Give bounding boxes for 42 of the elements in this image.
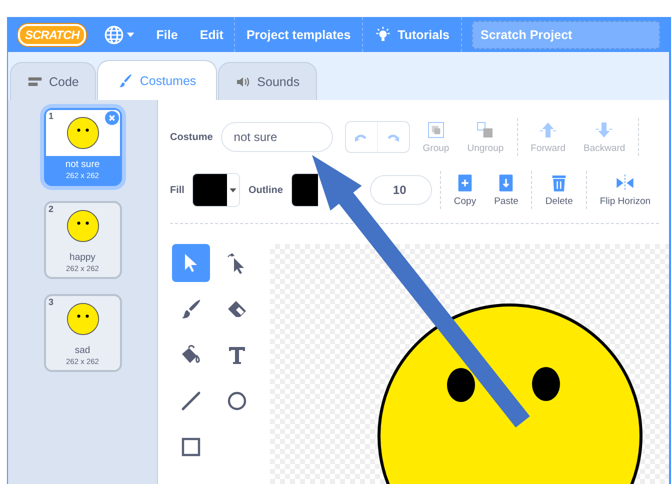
costume-number: 1 — [48, 111, 54, 121]
fill-label: Fill — [170, 184, 184, 196]
tab[interactable]: Code — [10, 62, 96, 100]
caret-icon — [229, 186, 238, 194]
tab[interactable]: Costumes — [96, 60, 218, 100]
costume-number: 2 — [48, 204, 54, 214]
outline-width-field[interactable]: 10 — [370, 175, 432, 205]
costume-name-field[interactable]: not sure — [220, 122, 333, 152]
ungroup-icon — [475, 120, 496, 140]
costume-name: happy — [70, 252, 96, 263]
tab[interactable]: Sounds — [218, 62, 317, 100]
tool-button[interactable] — [172, 244, 210, 282]
smiley-face-icon — [66, 302, 100, 336]
costumes-icon — [118, 72, 134, 88]
canvas[interactable] — [270, 244, 669, 484]
costume-label: Costume — [170, 132, 213, 142]
toolbar-button[interactable]: Delete — [540, 173, 578, 207]
close-icon — [104, 111, 118, 125]
backward-icon — [594, 120, 614, 140]
toolbar-button[interactable]: Paste — [489, 173, 524, 207]
outline-color-picker[interactable] — [290, 173, 318, 207]
caret-icon — [126, 30, 136, 39]
circle-tool-icon — [225, 389, 249, 413]
menu-item[interactable]: File — [145, 28, 189, 42]
menu-item[interactable]: Tutorials — [362, 26, 461, 44]
menu-item[interactable]: Edit — [188, 28, 234, 42]
lightbulb-icon — [374, 26, 392, 44]
smiley-face-icon — [66, 116, 100, 150]
outline-label: Outline — [248, 184, 283, 196]
forward-icon — [538, 120, 558, 140]
rect-tool-icon — [179, 435, 203, 459]
costume-number: 3 — [48, 297, 54, 307]
group-icon — [426, 120, 446, 140]
costume-name: not sure — [65, 159, 100, 170]
globe-icon — [104, 24, 124, 44]
smiley-face-icon — [66, 209, 100, 243]
line-tool-icon — [179, 389, 203, 413]
fill-color-picker[interactable] — [192, 173, 240, 207]
costume-name: sad — [74, 345, 90, 356]
toolbar-button[interactable]: Flip Horizon — [594, 173, 656, 207]
menu-item[interactable]: Project templates — [235, 28, 362, 42]
toolbar-button[interactable]: Copy — [448, 173, 482, 207]
